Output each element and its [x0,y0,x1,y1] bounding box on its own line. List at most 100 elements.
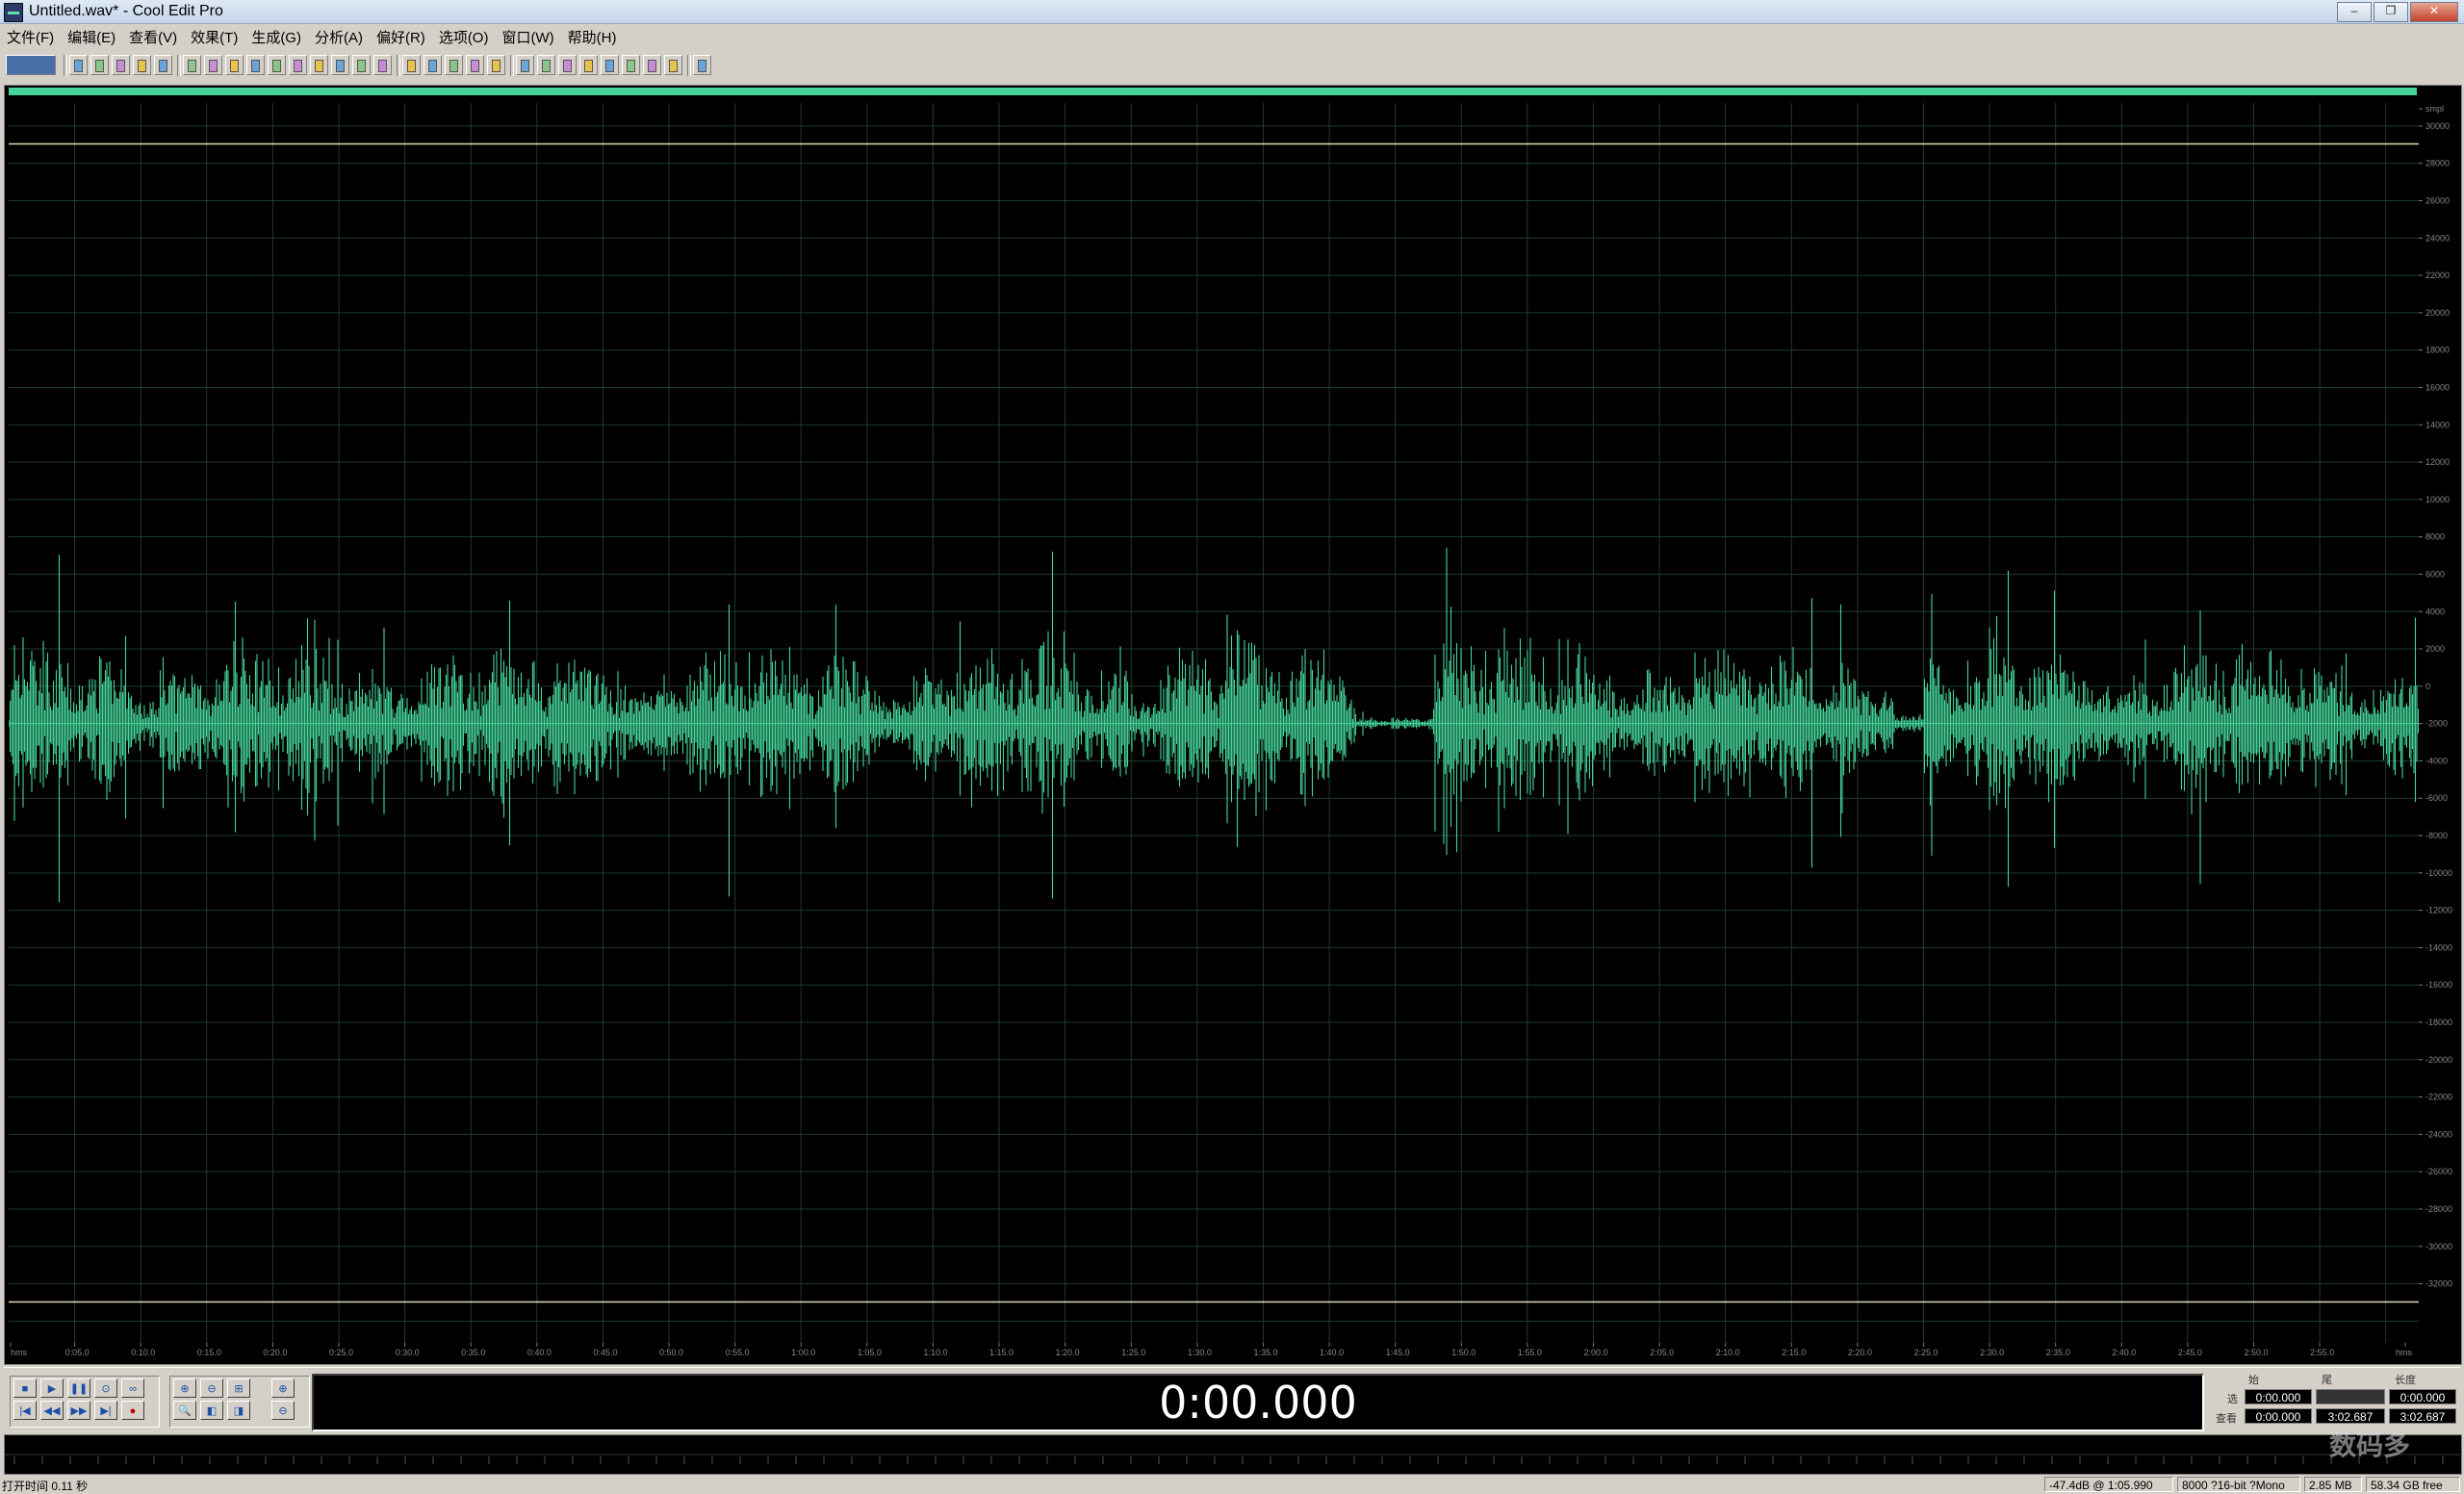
stop-button[interactable]: ■ [13,1378,37,1398]
time-label: 2:20.0 [1848,1348,1872,1357]
menu-view[interactable]: 查看(V) [122,25,184,48]
play-to-end-button[interactable]: ⊙ [94,1378,117,1398]
col-length-label: 长度 [2395,1375,2416,1386]
delete-icon[interactable] [352,55,371,75]
view-cue-icon[interactable] [445,55,463,75]
pause-button[interactable]: ❚❚ [67,1378,90,1398]
zoom-in-vertical-button[interactable]: ⊕ [271,1378,295,1398]
zoom-right-button[interactable]: ◨ [227,1401,250,1420]
view-spectral-icon[interactable] [424,55,442,75]
time-label: 1:35.0 [1253,1348,1277,1357]
amp-label: -4000 [2426,756,2448,765]
loop-button[interactable]: ∞ [121,1378,144,1398]
grid-glyph [605,60,614,72]
new-icon[interactable] [69,55,88,75]
region-glyph [627,60,635,72]
maximize-button[interactable]: ❐ [2374,2,2408,22]
transport-panel: ■ ▶ ❚❚ ⊙ ∞ |◀ ◀◀ ▶▶ ▶| ● ⊕ ⊖ ⊞ ⊕ 🔍 ◧ ◨ ⊖… [4,1367,2460,1433]
cursor-icon[interactable] [643,55,661,75]
amp-label: -10000 [2426,868,2452,878]
overview-bar[interactable] [9,88,2417,95]
close-button[interactable]: ✕ [2410,2,2458,22]
amp-label: smpl [2426,104,2444,114]
zoom-full-button[interactable]: ⊞ [227,1378,250,1398]
menu-effects[interactable]: 效果(T) [184,25,244,48]
grid-icon[interactable] [601,55,619,75]
close-icon[interactable] [154,55,172,75]
amp-label: -8000 [2426,831,2448,840]
menu-analyze[interactable]: 分析(A) [308,25,370,48]
amp-label: 24000 [2426,233,2450,243]
view-end-field[interactable]: 3:02.687 [2316,1408,2385,1424]
play-button[interactable]: ▶ [40,1378,64,1398]
menu-edit[interactable]: 编辑(E) [61,25,122,48]
selection-start-field[interactable]: 0:00.000 [2245,1389,2312,1404]
menu-options[interactable]: 选项(O) [432,25,496,48]
play-list-glyph [521,60,529,72]
snap-glyph [542,60,551,72]
save-icon[interactable] [112,55,130,75]
scale-icon[interactable] [579,55,598,75]
selection-end-field[interactable] [2316,1389,2385,1404]
select-all-icon[interactable] [373,55,392,75]
amp-label: -6000 [2426,793,2448,803]
play-list-icon[interactable] [516,55,534,75]
zoom-out-vertical-button[interactable]: ⊖ [271,1401,295,1420]
undo-icon[interactable] [183,55,201,75]
minimize-button[interactable]: – [2337,2,2372,22]
cut-icon[interactable] [246,55,265,75]
mode-switch-icon[interactable] [6,55,56,75]
repeat-icon[interactable] [225,55,244,75]
amp-label: -26000 [2426,1167,2452,1176]
view-start-field[interactable]: 0:00.000 [2245,1408,2312,1424]
waveform-editor[interactable]: hms 0:05.0 0:10.0 0:15.0 0:20.0 0:25.0 0:30.0 0… [4,85,2462,1365]
open-glyph [95,60,104,72]
menu-help[interactable]: 帮助(H) [561,25,624,48]
new-cue-icon[interactable] [466,55,484,75]
region-icon[interactable] [622,55,640,75]
amp-label: 30000 [2426,121,2450,131]
time-label: 0:45.0 [593,1348,617,1357]
paste-icon[interactable] [289,55,307,75]
help-icon[interactable] [693,55,711,75]
zoom-out-button[interactable]: ⊖ [200,1378,223,1398]
zoom-selection-button[interactable]: 🔍 [173,1401,196,1420]
mix-paste-icon[interactable] [310,55,328,75]
waveform-display[interactable] [9,103,2419,1343]
toolbar-separator [687,55,691,76]
app-icon[interactable] [4,3,23,22]
zoom-left-button[interactable]: ◧ [200,1401,223,1420]
menu-window[interactable]: 窗口(W) [495,25,560,48]
record-button[interactable]: ● [121,1401,144,1420]
zoom-in-button[interactable]: ⊕ [173,1378,196,1398]
go-end-button[interactable]: ▶| [94,1401,117,1420]
save-all-icon[interactable] [133,55,151,75]
waveform [9,548,2419,903]
view-cue-glyph [449,60,458,72]
mix-paste-glyph [315,60,323,72]
time-ruler[interactable]: hms 0:05.0 0:10.0 0:15.0 0:20.0 0:25.0 0:30.0 0… [9,1343,2419,1360]
view-waveform-icon[interactable] [402,55,421,75]
time-label: 1:15.0 [989,1348,1014,1357]
menu-bar: 文件(F) 编辑(E) 查看(V) 效果(T) 生成(G) 分析(A) 偏好(R… [0,25,2464,48]
menu-file[interactable]: 文件(F) [0,25,61,48]
snap-icon[interactable] [537,55,555,75]
save-all-glyph [138,60,146,72]
menu-favorites[interactable]: 偏好(R) [370,25,432,48]
menu-generate[interactable]: 生成(G) [244,25,308,48]
selection-length-field[interactable]: 0:00.000 [2389,1389,2456,1404]
redo-icon[interactable] [204,55,222,75]
view-length-field[interactable]: 3:02.687 [2389,1408,2456,1424]
copy-icon[interactable] [268,55,286,75]
cue-list-icon[interactable] [487,55,505,75]
go-start-button[interactable]: |◀ [13,1401,37,1420]
fast-forward-button[interactable]: ▶▶ [67,1401,90,1420]
settings-icon[interactable] [664,55,682,75]
title-bar: Untitled.wav* - Cool Edit Pro – ❐ ✕ [0,0,2464,24]
rewind-button[interactable]: ◀◀ [40,1401,64,1420]
amp-label: -12000 [2426,906,2452,915]
trim-icon[interactable] [331,55,349,75]
open-icon[interactable] [90,55,109,75]
zoom-fit-icon[interactable] [558,55,577,75]
delete-glyph [357,60,366,72]
